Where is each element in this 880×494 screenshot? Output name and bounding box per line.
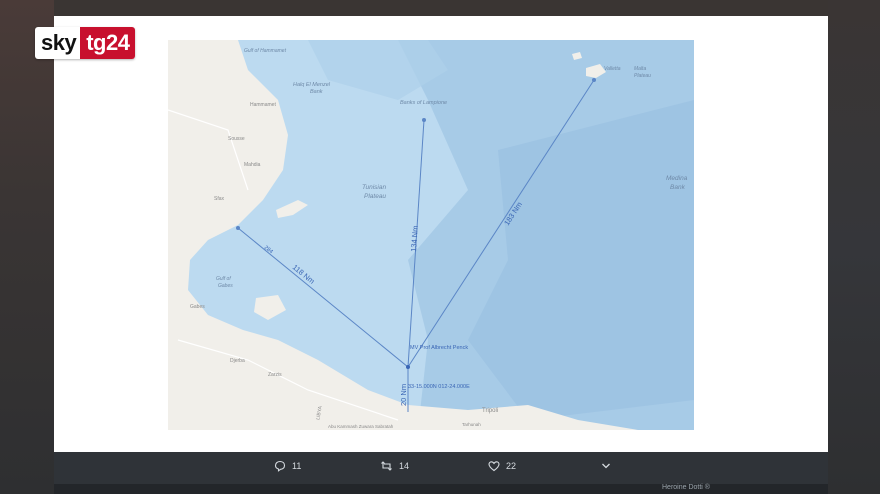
background-right-blur xyxy=(828,0,880,494)
label-gulf-hammamet: Gulf of Hammamet xyxy=(244,48,287,54)
label-banks-lampione: Banks of Lampione xyxy=(400,100,447,106)
label-djerba: Djerba xyxy=(230,358,245,364)
label-tripoli: Tripoli xyxy=(482,408,498,414)
tweet-action-bar: 11 14 22 xyxy=(54,452,828,484)
map-svg: Gulf of Hammamet Hammamet Halq El Menzel… xyxy=(168,40,694,430)
label-medina-bank: Bank xyxy=(670,184,686,191)
line-end-point xyxy=(236,226,240,230)
heart-icon xyxy=(488,461,500,472)
retweet-action[interactable]: 14 xyxy=(380,460,409,472)
label-plateau: Plateau xyxy=(364,193,386,200)
like-action[interactable]: 22 xyxy=(488,460,516,472)
label-gulf-gabes-1: Gulf of xyxy=(216,276,231,282)
label-tarhunah: Tarhunah xyxy=(462,422,481,427)
distance-label-mid: 134 Nm xyxy=(409,225,420,252)
label-malta-plateau: Plateau xyxy=(634,73,651,79)
label-gulf-gabes-2: Gabes xyxy=(218,283,233,289)
label-halq-menzel: Halq El Menzel xyxy=(293,82,331,88)
vessel-point xyxy=(406,365,410,369)
vessel-coordinates-label: 33-15.000N 012-24.000E xyxy=(408,384,470,390)
reply-icon xyxy=(274,460,286,472)
skytg24-logo: sky tg24 xyxy=(35,27,136,59)
label-medina: Medina xyxy=(666,175,688,182)
logo-sky: sky xyxy=(35,27,81,59)
label-halq-menzel-bank: Bank xyxy=(310,89,323,95)
reply-count: 11 xyxy=(292,461,302,471)
label-sfax: Sfax xyxy=(214,196,225,202)
label-mahdia: Mahdia xyxy=(244,162,261,168)
sea-map-image[interactable]: Gulf of Hammamet Hammamet Halq El Menzel… xyxy=(168,40,694,430)
line-end-point xyxy=(422,118,426,122)
logo-tg24: tg24 xyxy=(80,27,136,59)
label-hammamet: Hammamet xyxy=(250,102,276,108)
like-count: 22 xyxy=(506,461,517,471)
retweet-count: 14 xyxy=(399,461,410,471)
more-menu-action[interactable] xyxy=(600,460,612,472)
label-zarzis: Zarzis xyxy=(268,372,282,378)
reply-action[interactable]: 11 xyxy=(274,460,301,472)
label-sousse: Sousse xyxy=(228,136,245,142)
line-end-point xyxy=(592,78,596,82)
next-tweet-strip xyxy=(54,484,828,494)
next-tweet-author: Heroine Dotti ® xyxy=(662,484,710,491)
label-coast-towns: Abu Kammash Zuwara Sabratah xyxy=(328,424,394,429)
vessel-name-label: MV Prof Albrecht Penck xyxy=(410,345,468,351)
distance-label-bottom: 20 Nm xyxy=(399,384,408,406)
label-gabes: Gabes xyxy=(190,304,205,310)
background-left-blur xyxy=(0,0,54,494)
label-malta: Malta xyxy=(634,66,646,72)
label-tunisian: Tunisian xyxy=(362,184,386,191)
retweet-icon xyxy=(381,461,392,471)
background-top-blur xyxy=(54,0,828,16)
chevron-down-icon xyxy=(602,463,610,469)
label-valletta: Valletta xyxy=(604,66,621,72)
